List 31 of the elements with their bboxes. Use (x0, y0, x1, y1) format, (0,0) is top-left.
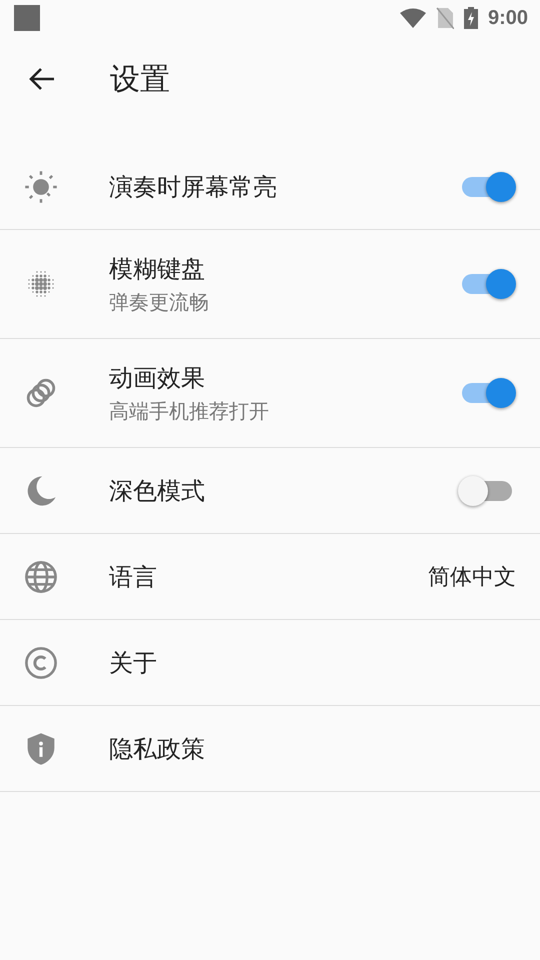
setting-subtitle: 弹奏更流畅 (109, 288, 210, 316)
wifi-icon (400, 8, 426, 28)
settings-row[interactable]: 深色模式 (0, 448, 540, 534)
notification-icon (14, 5, 40, 31)
globe-icon (24, 560, 58, 594)
back-arrow-icon[interactable] (29, 67, 55, 91)
setting-subtitle: 高端手机推荐打开 (109, 398, 270, 424)
setting-value: 简体中文 (428, 564, 516, 592)
setting-title: 关于 (109, 648, 158, 678)
no-sim-icon (436, 7, 454, 29)
page-title: 设置 (110, 60, 170, 98)
settings-row[interactable]: 演奏时屏幕常亮 (0, 144, 540, 230)
settings-row[interactable]: 模糊键盘 弹奏更流畅 (0, 230, 540, 339)
toggle-switch[interactable] (460, 170, 516, 204)
settings-row[interactable]: 关于 (0, 620, 540, 706)
battery-icon (464, 7, 478, 29)
settings-row[interactable]: 语言 简体中文 (0, 534, 540, 620)
setting-title: 隐私政策 (109, 734, 206, 764)
setting-title: 模糊键盘 (109, 254, 206, 284)
rings-icon (24, 376, 58, 410)
setting-title: 语言 (109, 562, 158, 592)
settings-row[interactable]: 动画效果 高端手机推荐打开 (0, 339, 540, 448)
clock-time: 9:00 (488, 6, 528, 30)
setting-title: 演奏时屏幕常亮 (109, 172, 278, 202)
settings-row[interactable]: 隐私政策 (0, 706, 540, 792)
toggle-switch[interactable] (460, 267, 516, 301)
sun-icon (24, 170, 58, 204)
setting-title: 深色模式 (109, 476, 206, 506)
setting-title: 动画效果 (109, 362, 206, 394)
copyright-icon (24, 646, 58, 680)
toggle-switch[interactable] (460, 376, 516, 410)
